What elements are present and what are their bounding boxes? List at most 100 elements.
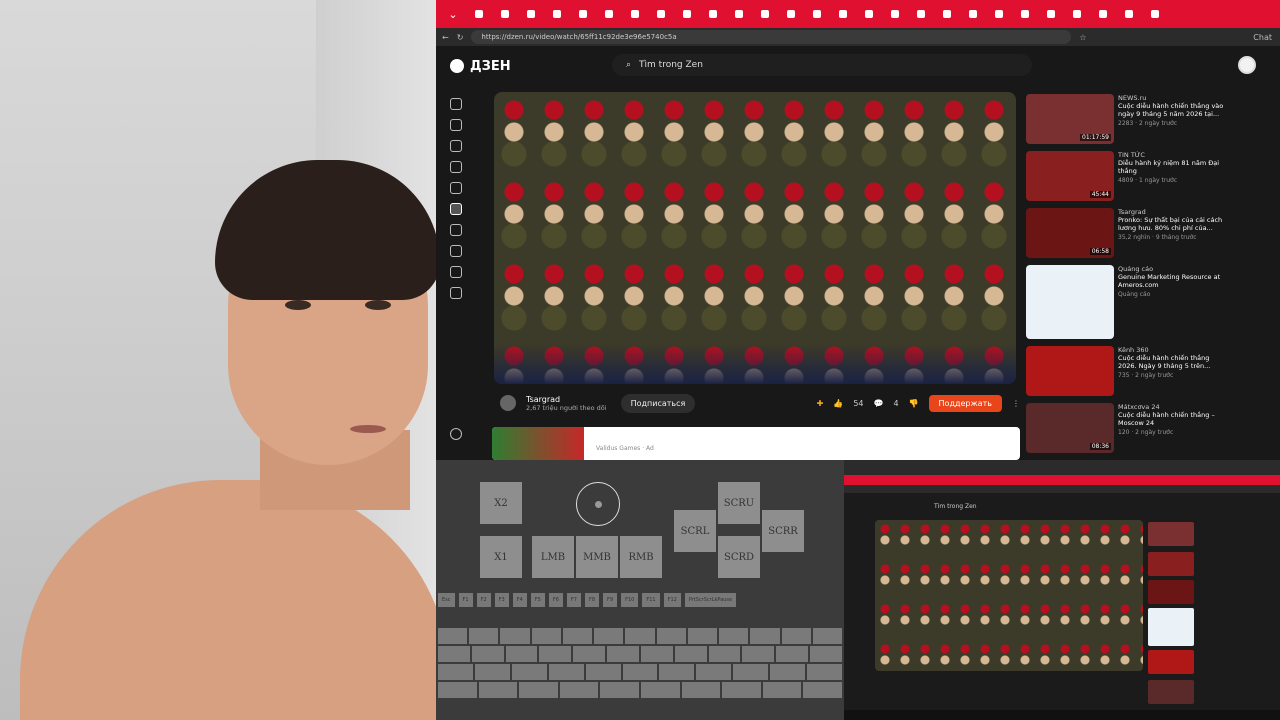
browser-tab[interactable] [986,4,1012,24]
key[interactable] [776,646,809,662]
recommendation-item[interactable]: 08:36 Mátxcơva 24 Cuộc diễu hành chiến thắ… [1026,403,1226,453]
browser-tab[interactable] [648,4,674,24]
function-key[interactable]: F5 [530,593,545,607]
x2-button[interactable]: X2 [480,482,522,524]
browser-tab[interactable] [882,4,908,24]
video-player[interactable] [494,92,1016,384]
channel-name[interactable]: Tsargrad [526,395,607,404]
dislike-icon[interactable]: 👎 [909,399,919,408]
key[interactable] [471,646,504,662]
function-key[interactable]: F1 [458,593,473,607]
browser-tab[interactable] [596,4,622,24]
recommendation-item[interactable]: Quảng cáo Genuine Marketing Resource at A… [1026,265,1226,339]
key[interactable] [810,646,842,662]
shorts-icon[interactable] [450,119,462,131]
key[interactable] [687,628,718,644]
key[interactable] [469,628,499,644]
browser-tab[interactable] [1038,4,1064,24]
channel-avatar[interactable] [500,395,516,411]
recommendation-thumbnail[interactable] [1026,265,1114,339]
reload-icon[interactable]: ↻ [457,33,464,42]
function-key[interactable]: F8 [584,593,600,607]
key[interactable] [708,646,741,662]
browser-tab[interactable] [908,4,934,24]
key[interactable] [674,646,707,662]
key[interactable] [438,628,468,644]
x1-button[interactable]: X1 [480,536,522,578]
function-key[interactable]: F3 [494,593,509,607]
browser-tab[interactable] [518,4,544,24]
scroll-up-button[interactable]: SCRU [718,482,760,524]
browser-tab[interactable] [856,4,882,24]
key[interactable] [803,682,842,698]
scroll-left-button[interactable]: SCRL [674,510,716,552]
recommendation-thumbnail[interactable]: 01:17:59 [1026,94,1114,144]
bookmark-icon[interactable] [450,245,462,257]
recommendation-thumbnail[interactable]: 45:44 [1026,151,1114,201]
recommendation-thumbnail[interactable] [1026,346,1114,396]
key[interactable] [594,628,624,644]
home-icon[interactable] [450,98,462,110]
browser-tab[interactable] [1064,4,1090,24]
back-icon[interactable]: ← [442,33,449,42]
key[interactable] [696,664,732,680]
browser-tab[interactable] [1116,4,1142,24]
key[interactable] [607,646,639,662]
cursor-joystick[interactable] [576,482,620,526]
key[interactable] [559,682,599,698]
recommendation-item[interactable]: Kênh 360 Cuộc diễu hành chiến thắng 2026.… [1026,346,1226,396]
key[interactable] [625,628,655,644]
function-key[interactable]: F12 [663,593,681,607]
search-nav-icon[interactable] [450,140,462,152]
browser-tab[interactable] [1142,4,1168,24]
rmb-button[interactable]: RMB [620,536,662,578]
search-input[interactable]: ⌕ Tìm trong Zen [612,54,1032,76]
function-key[interactable]: F9 [603,593,618,607]
support-button[interactable]: Поддержать [928,394,1002,412]
key[interactable] [640,682,680,698]
gift-icon[interactable]: ✚ [817,399,824,408]
key[interactable] [750,628,780,644]
function-key[interactable]: PrtScrScrLkPause [684,593,737,607]
key[interactable] [511,664,547,680]
recommendation-thumbnail[interactable]: 06:58 [1026,208,1114,258]
key[interactable] [622,664,658,680]
function-key[interactable]: F11 [642,593,660,607]
comment-icon[interactable]: 💬 [874,399,884,408]
browser-tab[interactable] [960,4,986,24]
url-field[interactable]: https://dzen.ru/video/watch/65ff11c92de3… [471,30,1072,44]
key[interactable] [640,646,673,662]
key[interactable] [812,628,843,644]
key[interactable] [770,664,806,680]
more-icon[interactable]: ⋮ [1012,399,1020,408]
scroll-down-button[interactable]: SCRD [718,536,760,578]
dzen-logo[interactable]: ДЗЕН [450,59,511,74]
kids-icon[interactable] [450,287,462,299]
browser-tab[interactable] [778,4,804,24]
key[interactable] [438,646,470,662]
subscribe-button[interactable]: Подписаться [620,393,696,413]
mmb-button[interactable]: MMB [576,536,618,578]
key[interactable] [438,664,473,680]
key[interactable] [478,682,518,698]
recommendation-thumbnail[interactable]: 08:36 [1026,403,1114,453]
browser-tab[interactable] [934,4,960,24]
articles-icon[interactable] [450,182,462,194]
browser-tab[interactable] [466,4,492,24]
key[interactable] [548,664,584,680]
key[interactable] [659,664,695,680]
key[interactable] [474,664,510,680]
browser-tab[interactable] [1012,4,1038,24]
recommendation-item[interactable]: 06:58 Tsargrad Pronko: Sự thất bại của cải… [1026,208,1226,258]
function-key[interactable]: Esc [438,593,455,607]
key[interactable] [742,646,775,662]
video-icon[interactable] [450,203,462,215]
browser-tab[interactable] [752,4,778,24]
live-icon[interactable] [450,224,462,236]
key[interactable] [722,682,761,698]
lmb-button[interactable]: LMB [532,536,574,578]
key[interactable] [505,646,538,662]
browser-tab[interactable] [700,4,726,24]
key[interactable] [733,664,769,680]
info-icon[interactable] [450,428,462,440]
